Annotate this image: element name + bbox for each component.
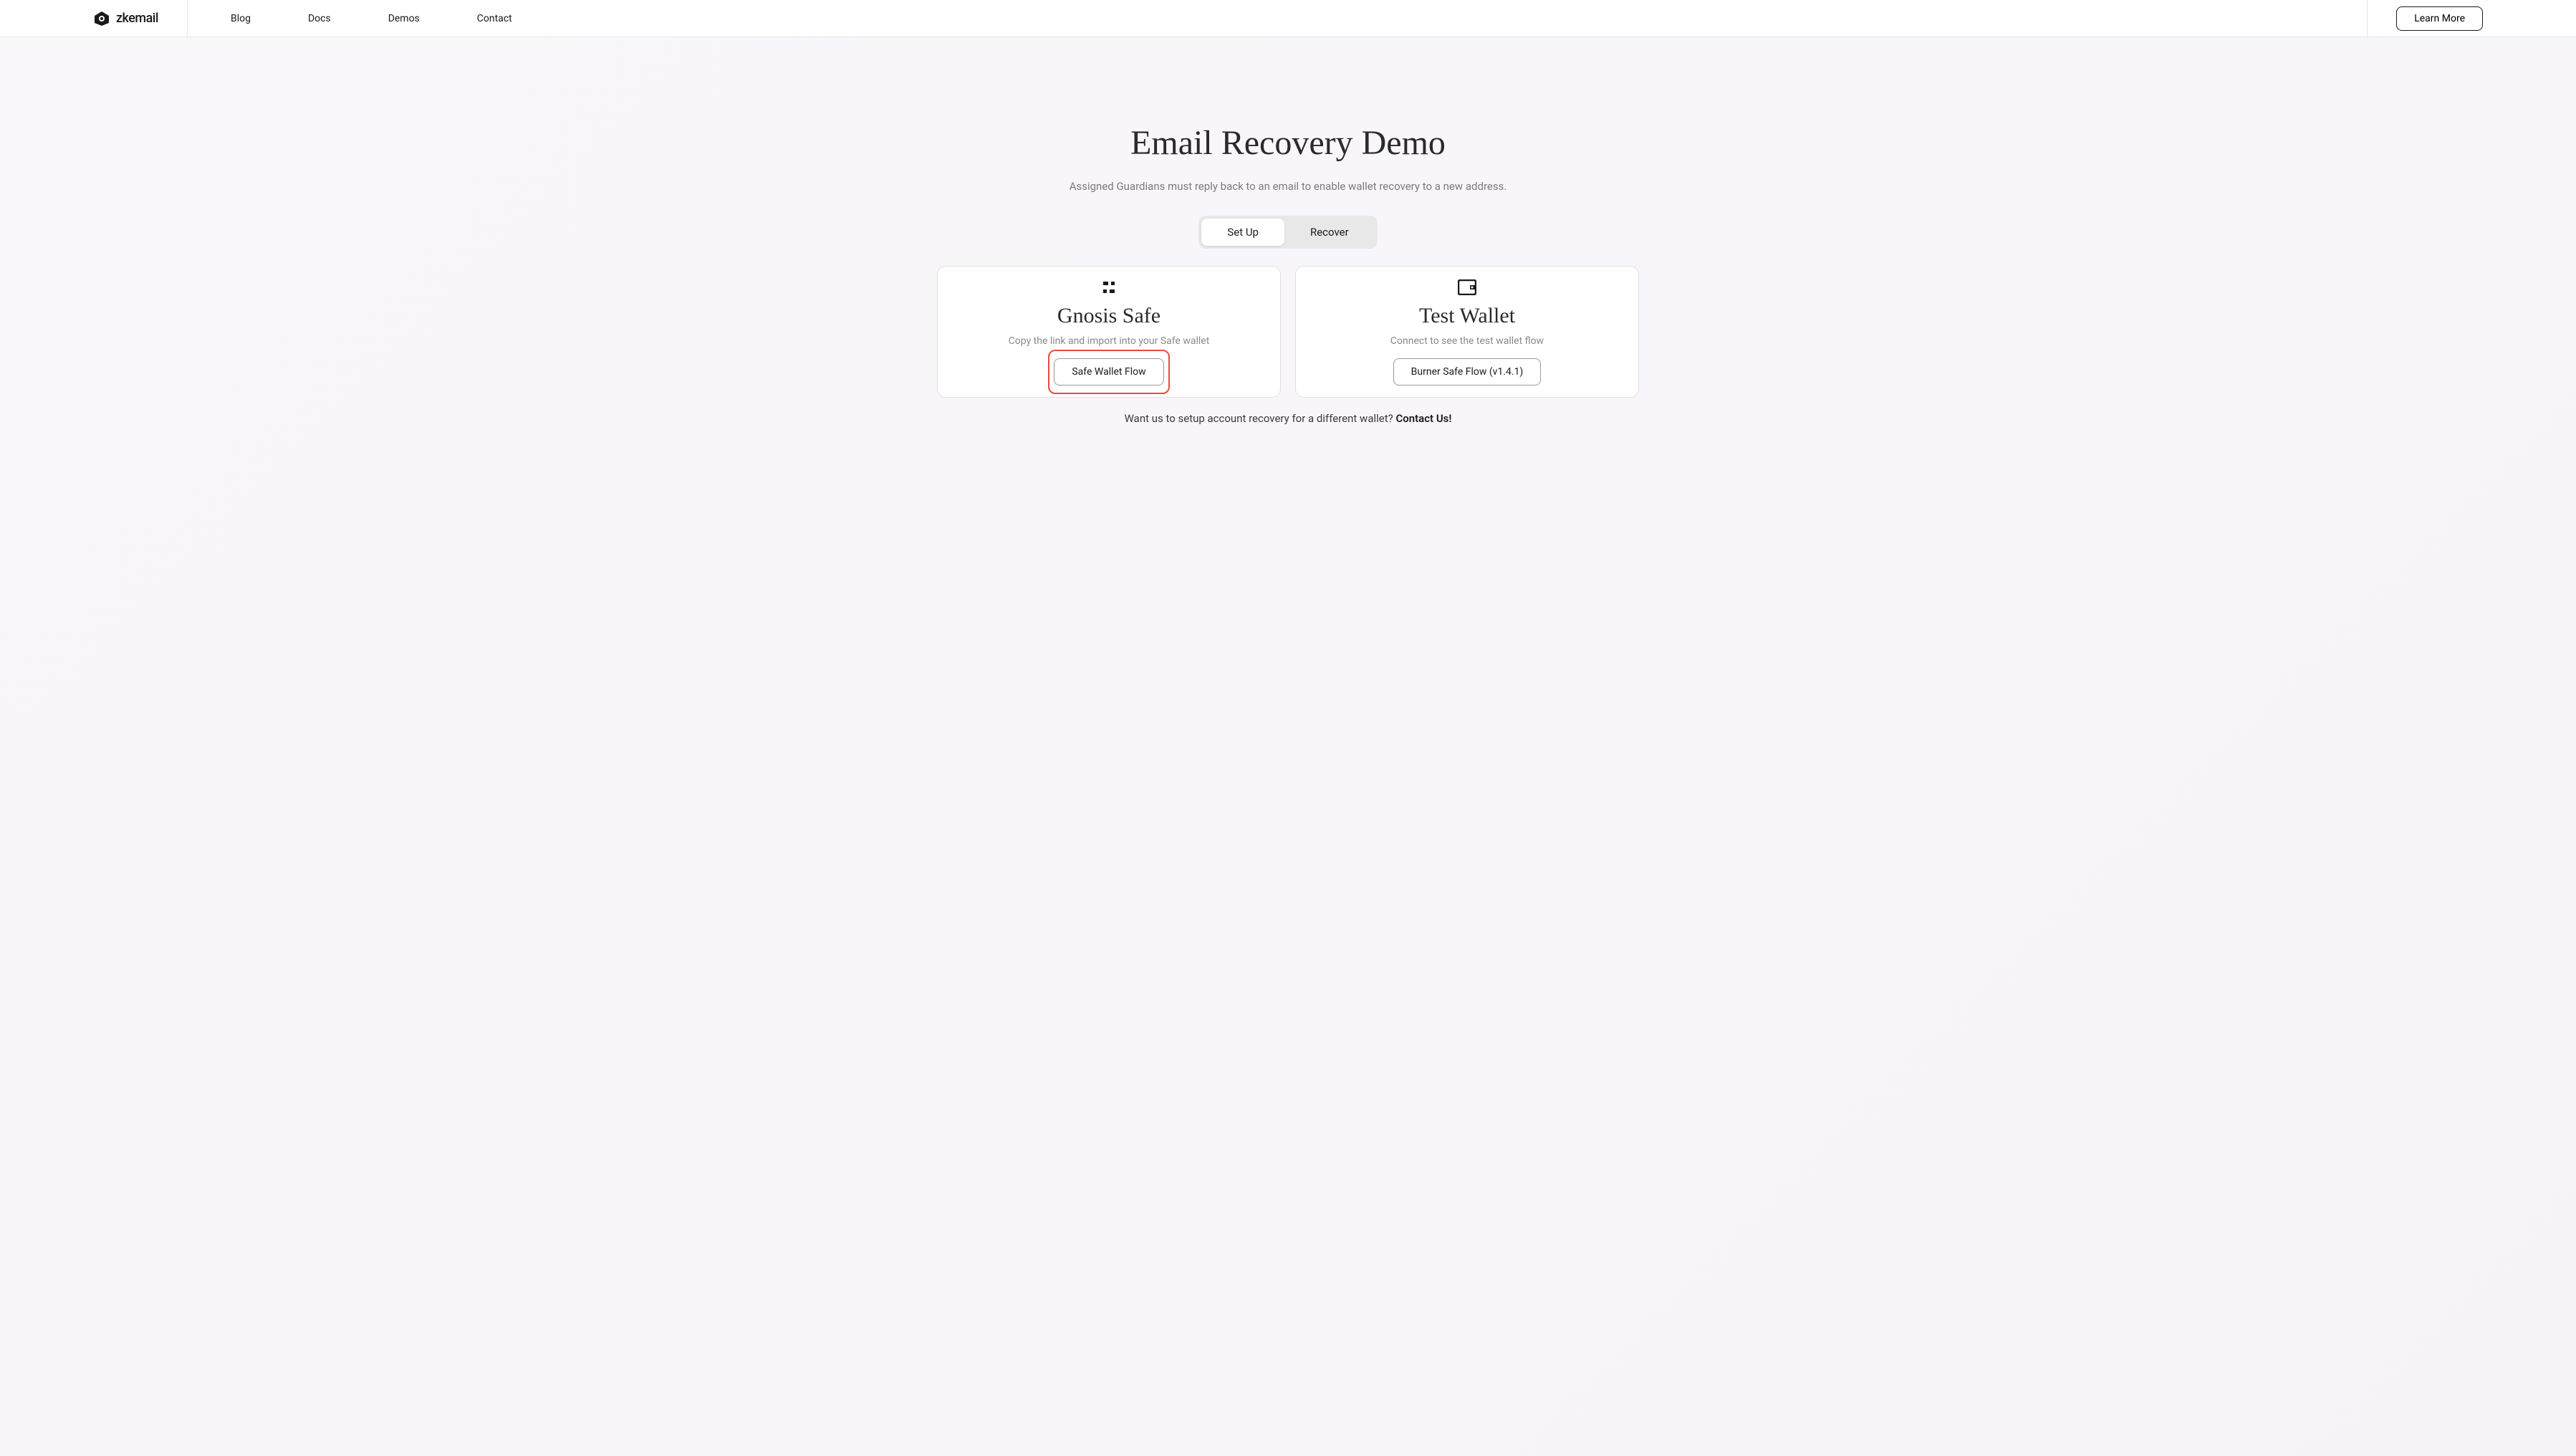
nav-section: Blog Docs Demos Contact <box>187 0 2368 37</box>
toggle-setup[interactable]: Set Up <box>1201 219 1284 246</box>
main-content: Email Recovery Demo Assigned Guardians m… <box>0 37 2576 425</box>
test-wallet-card-subtitle: Connect to see the test wallet flow <box>1390 335 1544 347</box>
zkemail-logo-icon <box>93 10 110 27</box>
test-wallet-card-title: Test Wallet <box>1419 304 1515 328</box>
cards-container: Gnosis Safe Copy the link and import int… <box>937 266 1639 398</box>
contact-us-link[interactable]: Contact Us! <box>1395 412 1451 425</box>
action-section: Learn More <box>2368 6 2576 31</box>
header: zkemail Blog Docs Demos Contact Learn Mo… <box>0 0 2576 37</box>
footer-text: Want us to setup account recovery for a … <box>1125 412 1452 425</box>
logo-text: zkemail <box>116 11 158 26</box>
nav-demos[interactable]: Demos <box>388 13 420 24</box>
learn-more-button[interactable]: Learn More <box>2396 6 2483 31</box>
gnosis-card-subtitle: Copy the link and import into your Safe … <box>1009 335 1210 347</box>
test-wallet-card: Test Wallet Connect to see the test wall… <box>1295 266 1639 398</box>
toggle-recover[interactable]: Recover <box>1284 219 1375 246</box>
nav-docs[interactable]: Docs <box>308 13 331 24</box>
wallet-icon <box>1458 279 1476 295</box>
logo-section[interactable]: zkemail <box>0 0 187 37</box>
gnosis-card-title: Gnosis Safe <box>1057 304 1160 328</box>
footer-prompt: Want us to setup account recovery for a … <box>1125 412 1396 425</box>
safe-wallet-flow-button[interactable]: Safe Wallet Flow <box>1054 358 1163 385</box>
nav-blog[interactable]: Blog <box>231 13 251 24</box>
gnosis-safe-card: Gnosis Safe Copy the link and import int… <box>937 266 1281 398</box>
toggle-container: Set Up Recover <box>1198 216 1377 249</box>
page-subtitle: Assigned Guardians must reply back to an… <box>1070 180 1507 193</box>
nav-contact[interactable]: Contact <box>477 13 512 24</box>
gnosis-safe-icon <box>1101 279 1117 295</box>
page-title: Email Recovery Demo <box>1130 123 1446 163</box>
burner-safe-flow-button[interactable]: Burner Safe Flow (v1.4.1) <box>1393 358 1542 385</box>
